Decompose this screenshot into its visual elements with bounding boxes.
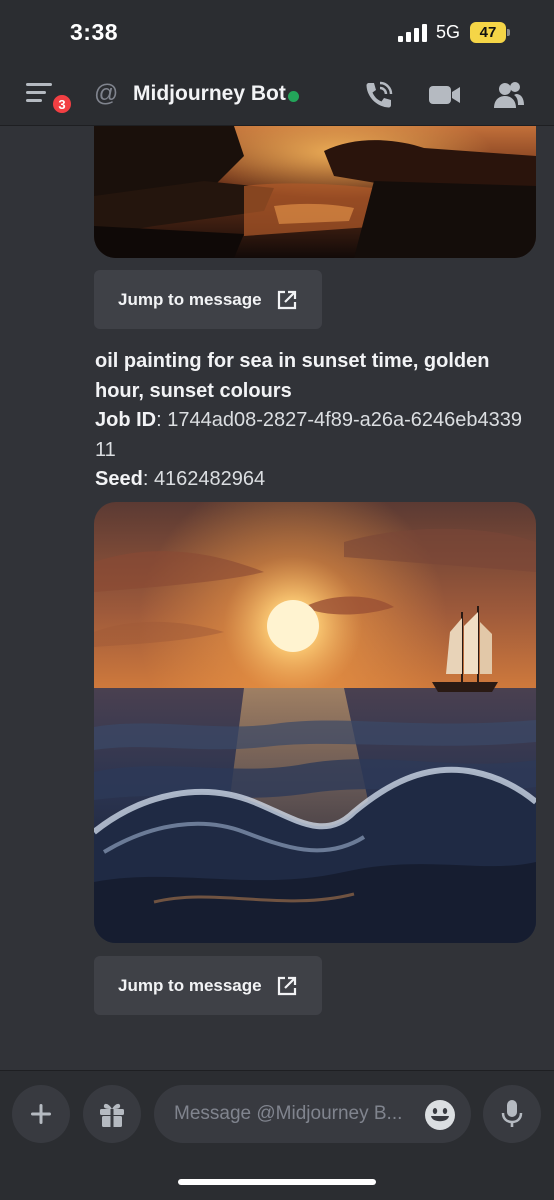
external-link-icon [277, 976, 296, 995]
jump-to-message-label: Jump to message [118, 975, 262, 995]
battery-level: 47 [470, 22, 506, 43]
generated-image-sunset-sea[interactable] [94, 502, 536, 943]
voice-message-button[interactable] [483, 1085, 541, 1143]
online-status-indicator [288, 91, 299, 102]
status-time: 3:38 [70, 19, 119, 45]
channel-header: 3 @ Midjourney Bot [0, 66, 554, 126]
phone-call-icon[interactable] [361, 78, 395, 112]
gift-icon [100, 1103, 124, 1127]
add-attachment-button[interactable] [12, 1085, 70, 1143]
seed-line: Seed: 4162482964 [95, 468, 266, 490]
at-icon: @ [94, 80, 119, 107]
signal-strength-icon [398, 24, 427, 42]
members-icon[interactable] [492, 78, 526, 112]
jump-to-message-button[interactable]: Jump to message [94, 270, 322, 329]
job-id-line: Job ID: 1744ad08-2827-4f89-a26a-6246eb43… [95, 409, 523, 461]
seed-value: 4162482964 [153, 468, 266, 490]
microphone-icon [501, 1100, 523, 1127]
battery-icon: 47 [470, 22, 510, 43]
emoji-icon[interactable] [424, 1099, 456, 1131]
menu-button[interactable]: 3 [26, 80, 74, 120]
seed-label: Seed [95, 468, 143, 490]
unread-badge: 3 [50, 92, 74, 116]
generated-image-previous[interactable] [94, 126, 536, 258]
external-link-icon [277, 290, 296, 309]
video-camera-icon[interactable] [428, 78, 462, 112]
job-id-value: 1744ad08-2827-4f89-a26a-6246eb433911 [95, 409, 523, 461]
gift-button[interactable] [83, 1085, 141, 1143]
message-prompt: oil painting for sea in sunset time, gol… [95, 350, 490, 402]
status-bar: 3:38 5G 47 [0, 0, 554, 66]
channel-title[interactable]: Midjourney Bot [133, 82, 286, 106]
home-indicator [178, 1179, 376, 1185]
network-type: 5G [436, 22, 461, 42]
jump-to-message-button[interactable]: Jump to message [94, 956, 322, 1015]
message-content: oil painting for sea in sunset time, gol… [95, 347, 525, 495]
message-composer [0, 1070, 554, 1200]
plus-icon [31, 1104, 51, 1124]
discord-dm-screen: 3:38 5G 47 3 @ Midjourney Bot Jump to me… [0, 0, 554, 1200]
job-id-label: Job ID [95, 409, 157, 431]
jump-to-message-label: Jump to message [118, 289, 262, 309]
battery-tip [507, 29, 510, 36]
